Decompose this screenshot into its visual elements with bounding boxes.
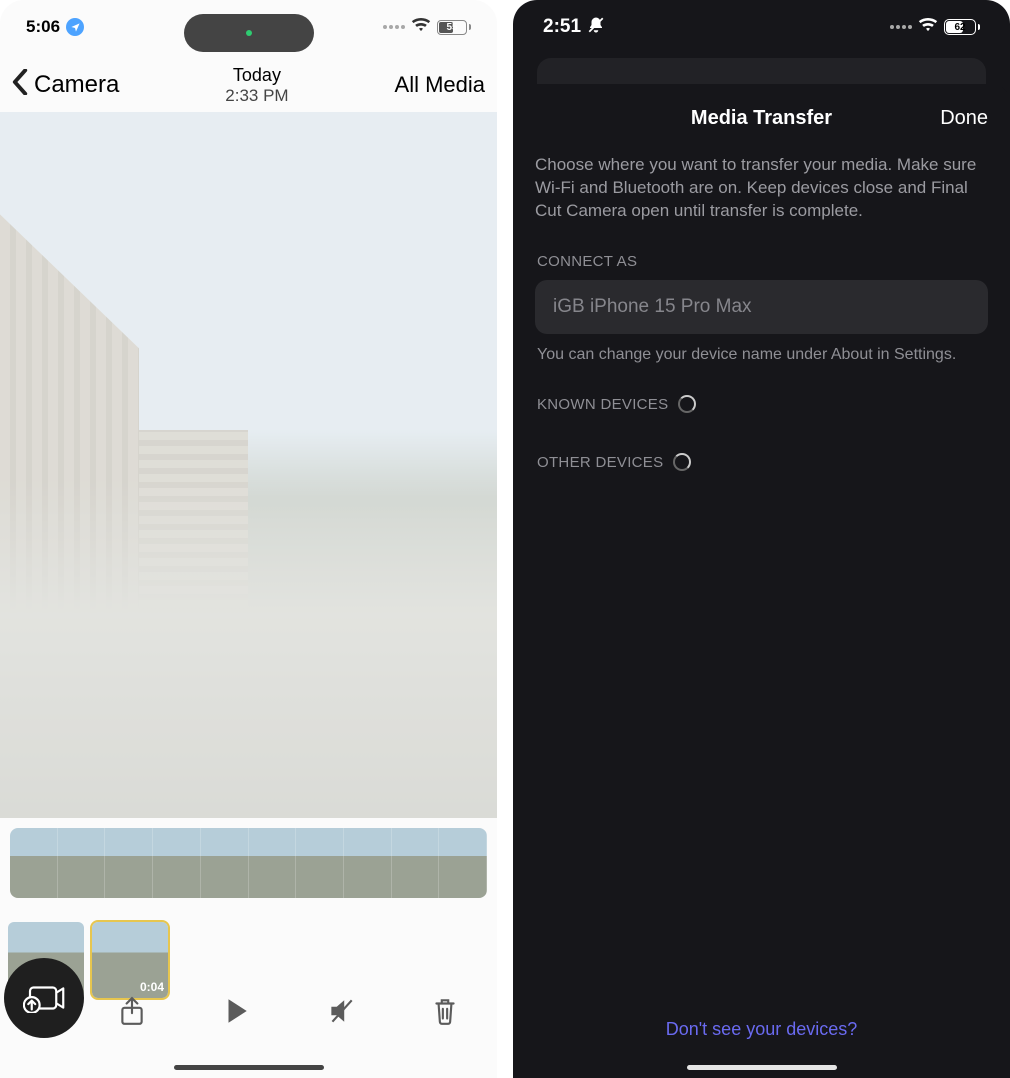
nav-bar: Camera Today 2:33 PM All Media xyxy=(0,54,497,116)
battery-icon: 55 xyxy=(437,20,471,35)
done-button[interactable]: Done xyxy=(940,107,988,130)
play-icon[interactable] xyxy=(223,996,249,1031)
device-name-field[interactable]: iGB iPhone 15 Pro Max xyxy=(535,280,988,334)
spinner-icon xyxy=(673,453,691,471)
media-transfer-screen: 2:51 62 Media Transfer Done Cho xyxy=(513,0,1010,1078)
trash-icon[interactable] xyxy=(432,996,458,1031)
toolbar xyxy=(80,982,497,1044)
device-name-hint: You can change your device name under Ab… xyxy=(513,334,1010,366)
sheet-description: Choose where you want to transfer your m… xyxy=(513,140,1010,223)
wifi-icon xyxy=(918,17,938,37)
filmstrip[interactable] xyxy=(10,828,487,898)
do-not-disturb-icon xyxy=(587,16,605,39)
cellular-dots-icon xyxy=(890,25,912,29)
chevron-left-icon xyxy=(12,69,28,102)
connect-as-label: CONNECT AS xyxy=(513,223,1010,280)
back-label: Camera xyxy=(34,71,119,99)
home-indicator[interactable] xyxy=(687,1065,837,1070)
other-devices-label: OTHER DEVICES xyxy=(513,423,1010,481)
all-media-button[interactable]: All Media xyxy=(395,72,485,98)
help-link[interactable]: Don't see your devices? xyxy=(513,1019,1010,1040)
known-devices-label: KNOWN DEVICES xyxy=(513,365,1010,423)
share-icon[interactable] xyxy=(119,996,145,1031)
media-browser-screen: 5:06 55 xyxy=(0,0,497,1078)
wifi-icon xyxy=(411,17,431,37)
video-preview[interactable] xyxy=(0,112,497,818)
spinner-icon xyxy=(678,395,696,413)
battery-icon: 62 xyxy=(944,19,980,35)
sheet-title: Media Transfer xyxy=(691,107,832,130)
clock-time: 2:51 xyxy=(543,16,581,38)
media-transfer-sheet: Media Transfer Done Choose where you wan… xyxy=(513,84,1010,1078)
status-bar: 2:51 62 xyxy=(513,0,1010,54)
nav-subtitle: 2:33 PM xyxy=(225,86,288,106)
clock-time: 5:06 xyxy=(26,17,60,37)
mute-icon[interactable] xyxy=(328,996,354,1031)
nav-title: Today xyxy=(233,65,281,86)
home-indicator[interactable] xyxy=(174,1065,324,1070)
cellular-dots-icon xyxy=(383,25,405,29)
location-icon xyxy=(66,18,84,36)
back-button[interactable]: Camera xyxy=(12,69,119,102)
status-bar: 5:06 55 xyxy=(0,0,497,54)
transfer-button[interactable] xyxy=(4,958,84,1038)
sheet-handle xyxy=(537,58,986,84)
